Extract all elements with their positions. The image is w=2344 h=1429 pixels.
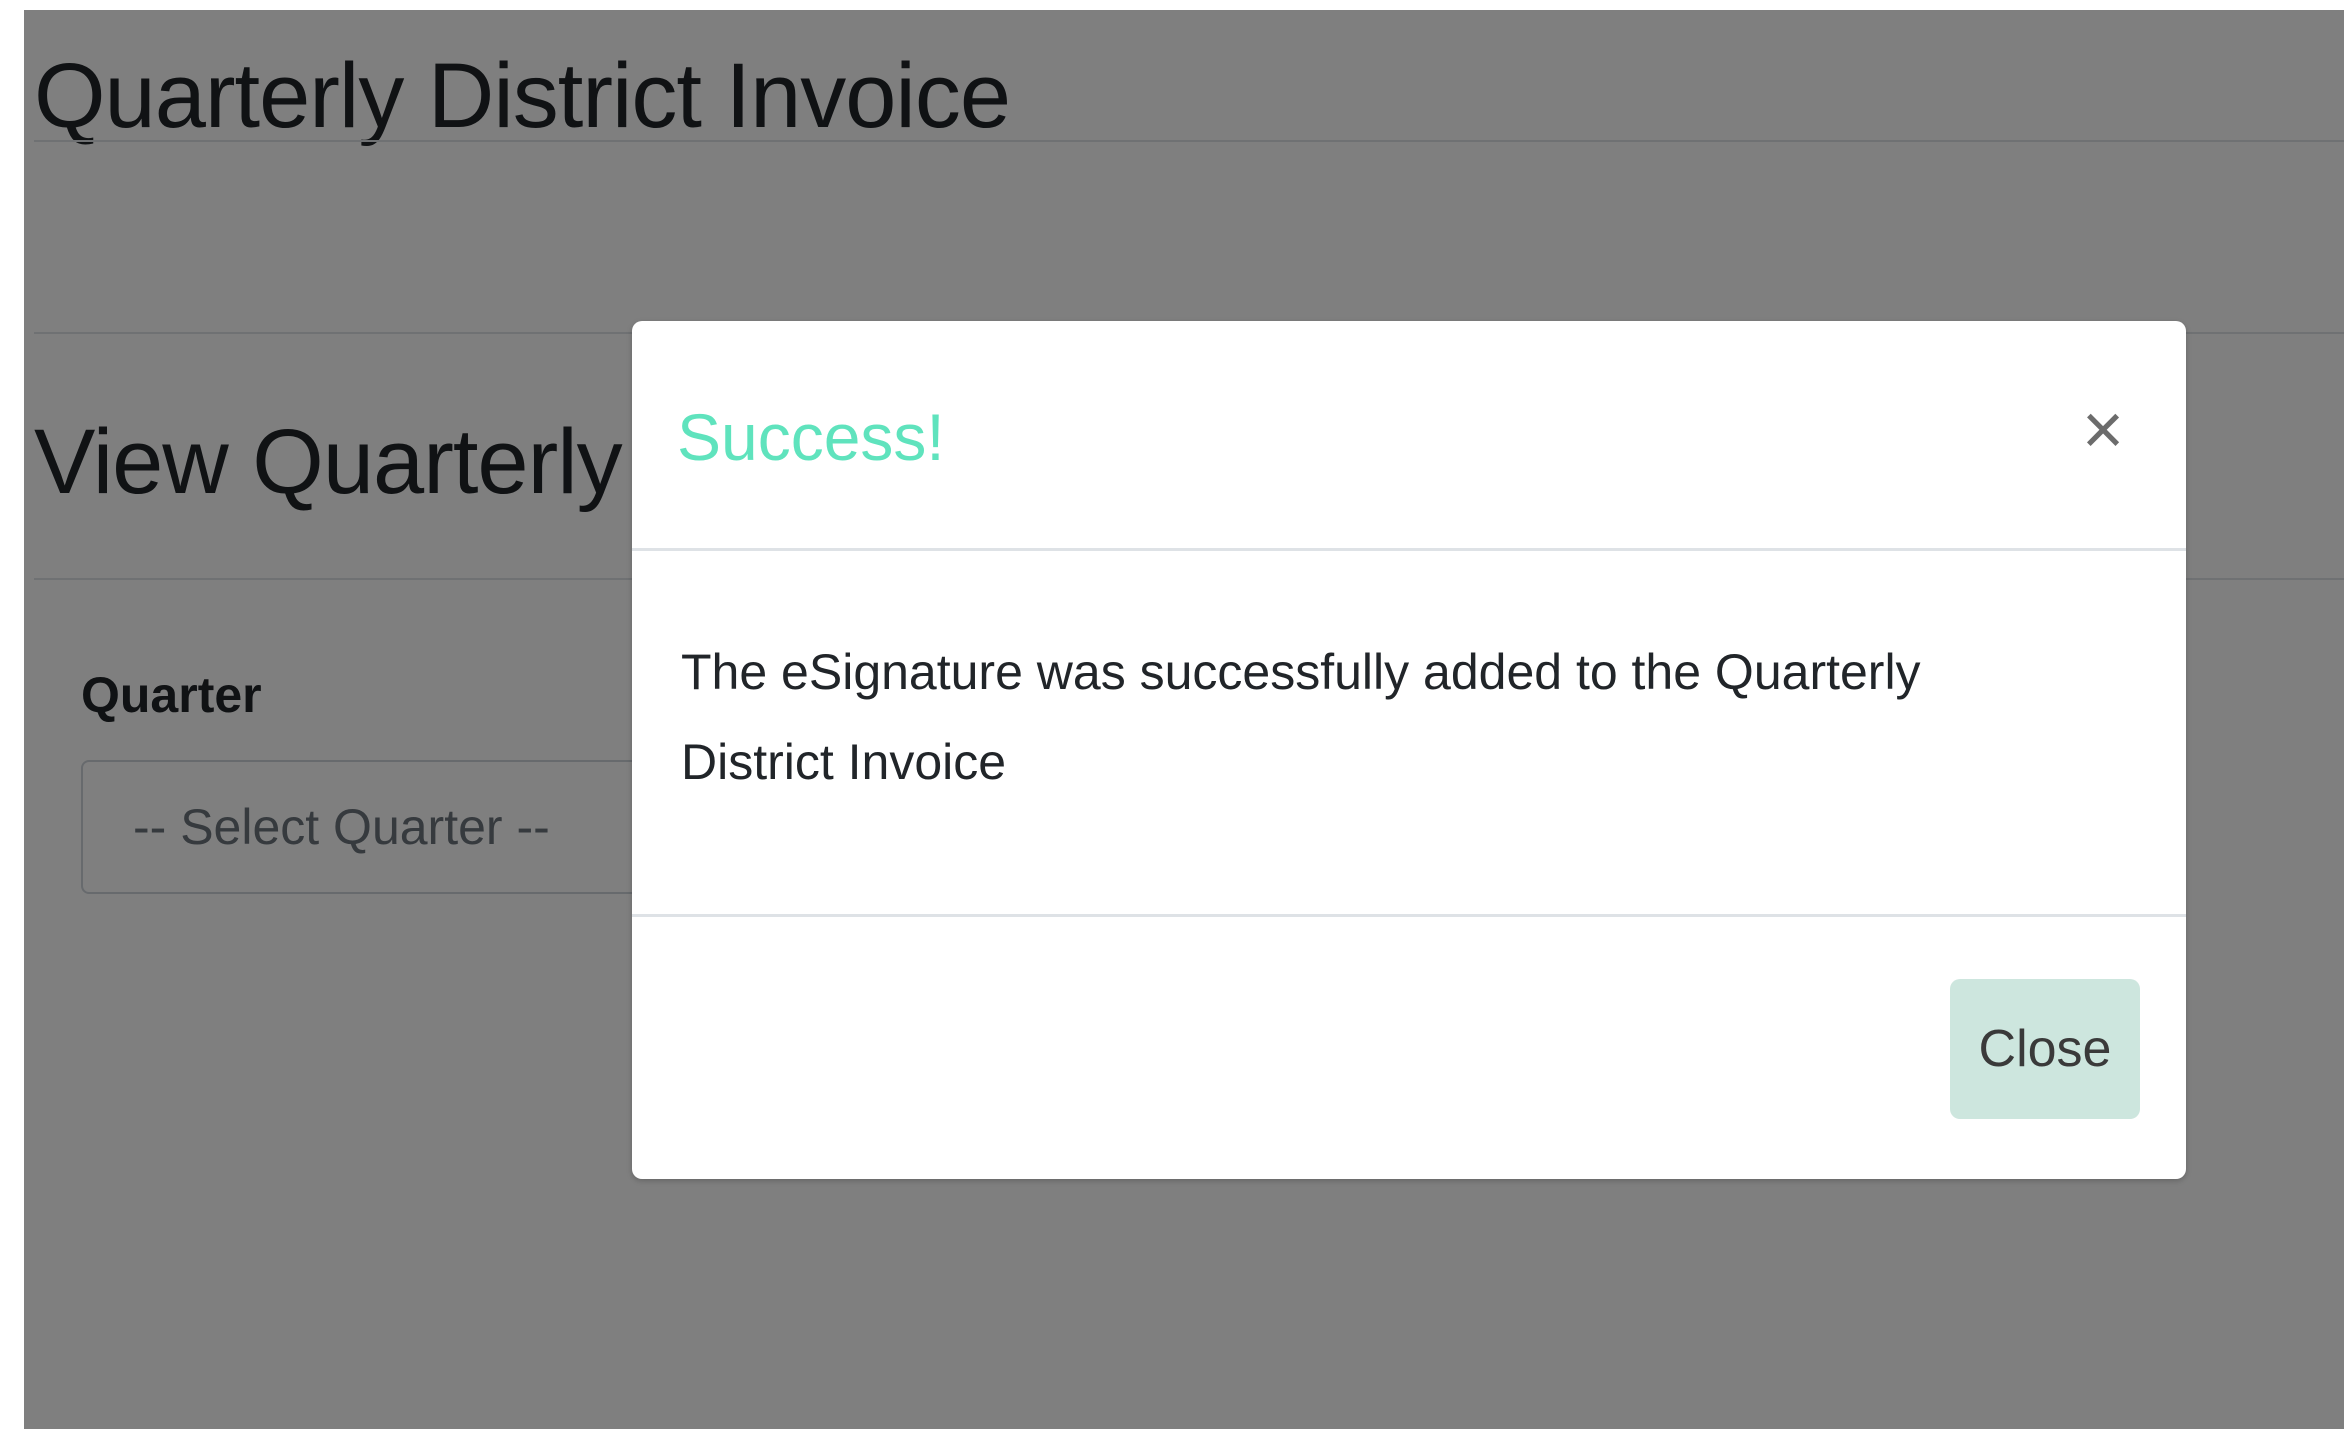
modal-footer: Close	[632, 917, 2186, 1179]
close-icon[interactable]: ×	[2068, 394, 2138, 466]
modal-header: Success! ×	[632, 321, 2186, 551]
success-modal: Success! × The eSignature was successful…	[632, 321, 2186, 1179]
modal-title: Success!	[677, 400, 945, 474]
modal-message: The eSignature was successfully added to…	[681, 644, 1921, 790]
close-button[interactable]: Close	[1950, 979, 2140, 1119]
modal-body: The eSignature was successfully added to…	[632, 551, 2186, 917]
